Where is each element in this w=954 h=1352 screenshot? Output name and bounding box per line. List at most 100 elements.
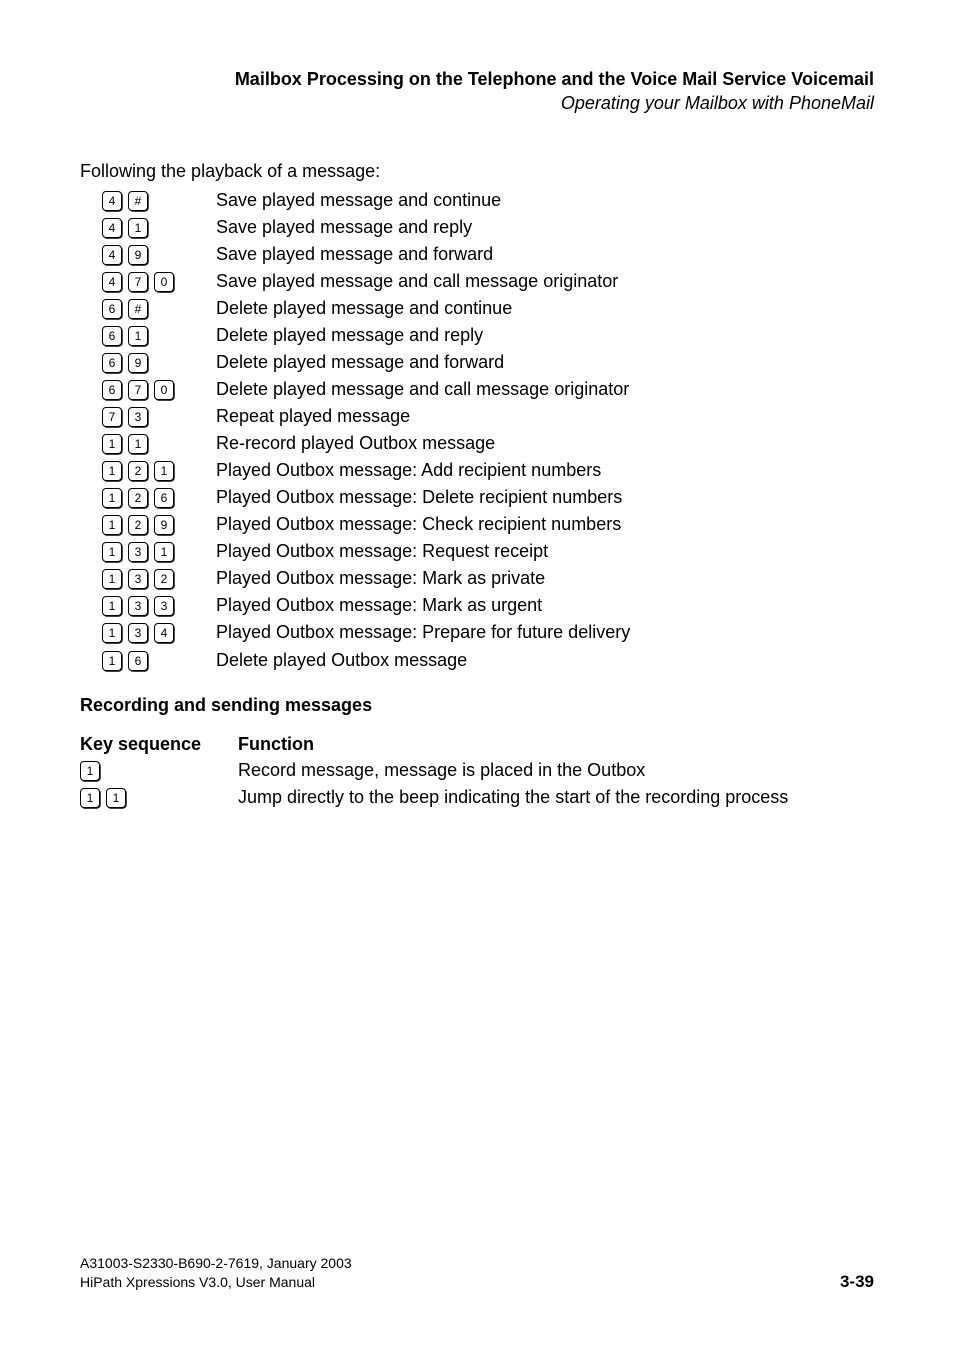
command-function: Delete played message and call message o… [216, 379, 874, 400]
keycap-icon: 6 [102, 326, 122, 346]
keycap-icon: 1 [128, 326, 148, 346]
command-function: Save played message and call message ori… [216, 271, 874, 292]
command-function: Delete played message and forward [216, 352, 874, 373]
keycap-icon: # [128, 191, 148, 211]
command-function: Save played message and forward [216, 244, 874, 265]
command-function: Save played message and continue [216, 190, 874, 211]
command-row: 132 Played Outbox message: Mark as privat… [80, 567, 874, 591]
table-header: Key sequence Function [80, 734, 874, 755]
key-sequence: 41 [80, 218, 216, 238]
keycap-icon: 4 [102, 245, 122, 265]
keycap-icon: 1 [102, 515, 122, 535]
page-footer: A31003-S2330-B690-2-7619, January 2003 H… [80, 1254, 874, 1292]
command-function: Played Outbox message: Check recipient n… [216, 514, 874, 535]
command-function: Repeat played message [216, 406, 874, 427]
keycap-icon: 2 [154, 569, 174, 589]
keycap-icon: 7 [128, 272, 148, 292]
key-sequence: 16 [80, 651, 216, 671]
key-sequence: 6# [80, 299, 216, 319]
keycap-icon: 4 [102, 218, 122, 238]
command-function: Played Outbox message: Request receipt [216, 541, 874, 562]
key-sequence: 133 [80, 596, 216, 616]
footer-left: A31003-S2330-B690-2-7619, January 2003 H… [80, 1254, 352, 1292]
command-row: 41Save played message and reply [80, 216, 874, 240]
header-subtitle: Operating your Mailbox with PhoneMail [80, 91, 874, 116]
keycap-icon: 3 [128, 596, 148, 616]
key-sequence: 49 [80, 245, 216, 265]
keycap-icon: # [128, 299, 148, 319]
keycap-icon: 3 [128, 542, 148, 562]
key-sequence: 11 [80, 434, 216, 454]
command-row: 670Delete played message and call messag… [80, 378, 874, 402]
keycap-icon: 1 [102, 542, 122, 562]
keycap-icon: 6 [102, 353, 122, 373]
command-function: Played Outbox message: Delete recipient … [216, 487, 874, 508]
footer-line1: A31003-S2330-B690-2-7619, January 2003 [80, 1254, 352, 1273]
key-sequence: 126 [80, 488, 216, 508]
command-row: 11Jump directly to the beep indicating t… [80, 786, 874, 810]
keycap-icon: 2 [128, 515, 148, 535]
commands-list: 4#Save played message and continue41Save… [80, 189, 874, 673]
keycap-icon: 1 [102, 596, 122, 616]
command-row: 16Delete played Outbox message [80, 649, 874, 673]
section-heading: Recording and sending messages [80, 695, 874, 716]
keycap-icon: 1 [102, 569, 122, 589]
key-sequence: 134 [80, 623, 216, 643]
keycap-icon: 7 [128, 380, 148, 400]
keycap-icon: 1 [106, 788, 126, 808]
command-row: 134Played Outbox message: Prepare for fu… [80, 621, 874, 645]
command-row: 1Record message, message is placed in th… [80, 759, 874, 783]
keycap-icon: 1 [128, 218, 148, 238]
key-sequence: 129 [80, 515, 216, 535]
command-row: 470Save played message and call message … [80, 270, 874, 294]
header-title: Mailbox Processing on the Telephone and … [80, 68, 874, 91]
table-header-key: Key sequence [80, 734, 238, 755]
keycap-icon: 2 [128, 461, 148, 481]
footer-line2: HiPath Xpressions V3.0, User Manual [80, 1273, 352, 1292]
command-function: Played Outbox message: Add recipient num… [216, 460, 874, 481]
keycap-icon: 1 [154, 461, 174, 481]
key-sequence: 1 [80, 761, 238, 781]
command-function: Played Outbox message: Mark as urgent [216, 595, 874, 616]
keycap-icon: 1 [102, 488, 122, 508]
key-sequence: 131 [80, 542, 216, 562]
keycap-icon: 1 [128, 434, 148, 454]
section2-list: 1Record message, message is placed in th… [80, 759, 874, 810]
keycap-icon: 6 [102, 299, 122, 319]
command-function: Jump directly to the beep indicating the… [238, 787, 874, 808]
keycap-icon: 9 [154, 515, 174, 535]
command-row: 61 Delete played message and reply [80, 324, 874, 348]
keycap-icon: 4 [154, 623, 174, 643]
keycap-icon: 1 [102, 623, 122, 643]
keycap-icon: 4 [102, 191, 122, 211]
footer-page-number: 3-39 [840, 1272, 874, 1292]
key-sequence: 11 [80, 788, 238, 808]
command-function: Re-record played Outbox message [216, 433, 874, 454]
keycap-icon: 6 [102, 380, 122, 400]
keycap-icon: 6 [154, 488, 174, 508]
keycap-icon: 6 [128, 651, 148, 671]
key-sequence: 121 [80, 461, 216, 481]
command-function: Record message, message is placed in the… [238, 760, 874, 781]
keycap-icon: 2 [128, 488, 148, 508]
command-row: 11Re-record played Outbox message [80, 432, 874, 456]
keycap-icon: 3 [154, 596, 174, 616]
command-row: 121Played Outbox message: Add recipient … [80, 459, 874, 483]
keycap-icon: 1 [102, 461, 122, 481]
keycap-icon: 1 [154, 542, 174, 562]
table-header-function: Function [238, 734, 314, 755]
keycap-icon: 1 [102, 434, 122, 454]
keycap-icon: 3 [128, 623, 148, 643]
command-row: 69Delete played message and forward [80, 351, 874, 375]
command-function: Played Outbox message: Mark as private [216, 568, 874, 589]
command-function: Save played message and reply [216, 217, 874, 238]
command-function: Delete played Outbox message [216, 650, 874, 671]
page-header: Mailbox Processing on the Telephone and … [80, 68, 874, 117]
keycap-icon: 3 [128, 569, 148, 589]
command-row: 6#Delete played message and continue [80, 297, 874, 321]
keycap-icon: 9 [128, 245, 148, 265]
key-sequence: 4# [80, 191, 216, 211]
command-function: Played Outbox message: Prepare for futur… [216, 622, 874, 643]
command-function: Delete played message and reply [216, 325, 874, 346]
command-function: Delete played message and continue [216, 298, 874, 319]
